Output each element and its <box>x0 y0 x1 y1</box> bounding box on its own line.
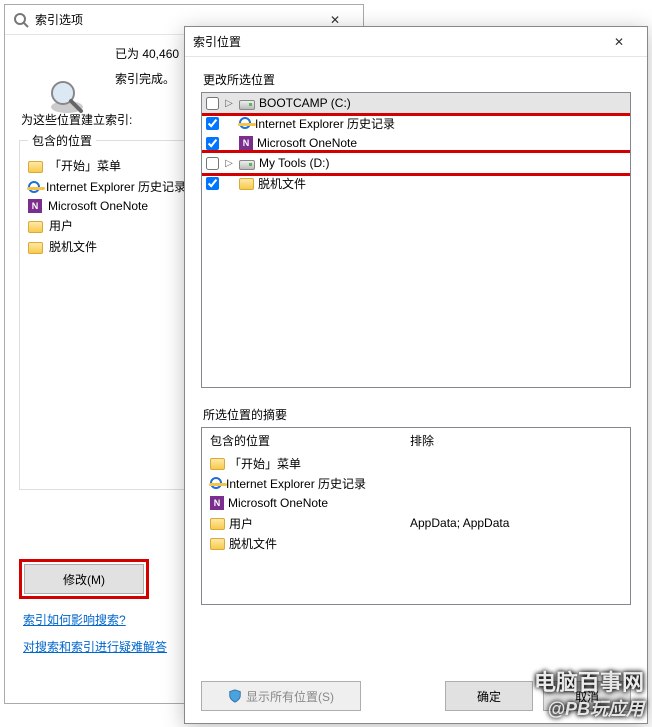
magnifier-icon <box>45 75 89 122</box>
show-all-locations-button[interactable]: 显示所有位置(S) <box>201 681 361 711</box>
summary-exclude-cell: AppData; AppData <box>410 516 509 530</box>
location-label: 脱机文件 <box>49 238 97 255</box>
summary-box: 包含的位置 排除 「开始」菜单 Internet Explorer 历史记录N Mi… <box>201 427 631 605</box>
cancel-button[interactable]: 取消 <box>543 681 631 711</box>
drive-icon <box>239 100 255 110</box>
summary-label: 所选位置的摘要 <box>185 388 647 427</box>
titlebar: 索引位置 ✕ <box>185 27 647 57</box>
location-label: 「开始」菜单 <box>49 157 121 174</box>
summary-label: Internet Explorer 历史记录 <box>226 475 366 492</box>
ie-icon <box>239 117 251 129</box>
location-label: Microsoft OneNote <box>48 199 148 213</box>
summary-row[interactable]: 脱机文件 <box>210 533 622 553</box>
summary-included-cell: Internet Explorer 历史记录 <box>210 475 410 492</box>
summary-row[interactable]: N Microsoft OneNote <box>210 493 622 513</box>
ok-button[interactable]: 确定 <box>445 681 533 711</box>
tree-checkbox[interactable] <box>206 177 219 190</box>
ie-icon <box>210 477 222 489</box>
locations-tree[interactable]: ▷ BOOTCAMP (C:) Internet Explorer 历史记录N Mic… <box>201 92 631 388</box>
summary-included-cell: 用户 <box>210 515 410 532</box>
onenote-icon: N <box>210 496 224 510</box>
tree-label: BOOTCAMP (C:) <box>259 96 351 110</box>
link-troubleshoot[interactable]: 对搜索和索引进行疑难解答 <box>23 638 167 655</box>
summary-row[interactable]: 「开始」菜单 <box>210 453 622 473</box>
tree-label: Microsoft OneNote <box>257 136 357 150</box>
summary-row[interactable]: Internet Explorer 历史记录 <box>210 473 622 493</box>
tree-row[interactable]: 脱机文件 <box>202 173 630 193</box>
tree-row[interactable]: Internet Explorer 历史记录 <box>202 113 630 133</box>
tree-label: Internet Explorer 历史记录 <box>255 115 395 132</box>
location-label: Internet Explorer 历史记录 <box>46 178 186 195</box>
summary-included-cell: N Microsoft OneNote <box>210 496 410 510</box>
summary-included-cell: 脱机文件 <box>210 535 410 552</box>
group-title: 包含的位置 <box>28 132 96 149</box>
drive-icon <box>239 160 255 170</box>
tree-label: My Tools (D:) <box>259 156 329 170</box>
folder-icon <box>210 458 225 470</box>
highlight-modify: 修改(M) <box>19 559 149 599</box>
ie-icon <box>28 181 40 193</box>
indexed-locations-dialog: 索引位置 ✕ 更改所选位置 ▷ BOOTCAMP (C:) Internet Exp… <box>184 26 648 724</box>
folder-icon <box>210 518 225 530</box>
shield-icon <box>228 689 242 703</box>
tree-checkbox[interactable] <box>206 97 219 110</box>
tree-checkbox[interactable] <box>206 117 219 130</box>
app-icon <box>13 12 29 28</box>
modify-button[interactable]: 修改(M) <box>24 564 144 594</box>
summary-row[interactable]: 用户 AppData; AppData <box>210 513 622 533</box>
tree-row[interactable]: N Microsoft OneNote <box>202 133 630 153</box>
location-label: 用户 <box>49 217 73 234</box>
onenote-icon: N <box>28 199 42 213</box>
tree-checkbox[interactable] <box>206 137 219 150</box>
summary-label: 脱机文件 <box>229 535 277 552</box>
folder-icon <box>210 538 225 550</box>
summary-header: 包含的位置 排除 <box>202 428 630 451</box>
summary-label: Microsoft OneNote <box>228 496 328 510</box>
summary-label: 用户 <box>229 515 253 532</box>
folder-icon <box>28 221 43 233</box>
tree-label: 脱机文件 <box>258 175 306 192</box>
col-included: 包含的位置 <box>210 432 410 449</box>
change-locations-label: 更改所选位置 <box>185 57 647 92</box>
expand-icon[interactable]: ▷ <box>223 158 235 169</box>
folder-icon <box>239 178 254 190</box>
summary-label: 「开始」菜单 <box>229 455 301 472</box>
onenote-icon: N <box>239 136 253 150</box>
tree-row[interactable]: ▷ BOOTCAMP (C:) <box>202 93 630 113</box>
dialog-title: 索引位置 <box>193 33 599 50</box>
tree-row[interactable]: ▷ My Tools (D:) <box>202 153 630 173</box>
col-exclude: 排除 <box>410 432 434 449</box>
link-how-affects-search[interactable]: 索引如何影响搜索? <box>23 611 167 628</box>
expand-icon[interactable]: ▷ <box>223 98 235 109</box>
tree-checkbox[interactable] <box>206 157 219 170</box>
folder-icon <box>28 161 43 173</box>
close-button[interactable]: ✕ <box>599 28 639 56</box>
folder-icon <box>28 242 43 254</box>
show-all-label: 显示所有位置(S) <box>246 688 334 705</box>
summary-included-cell: 「开始」菜单 <box>210 455 410 472</box>
